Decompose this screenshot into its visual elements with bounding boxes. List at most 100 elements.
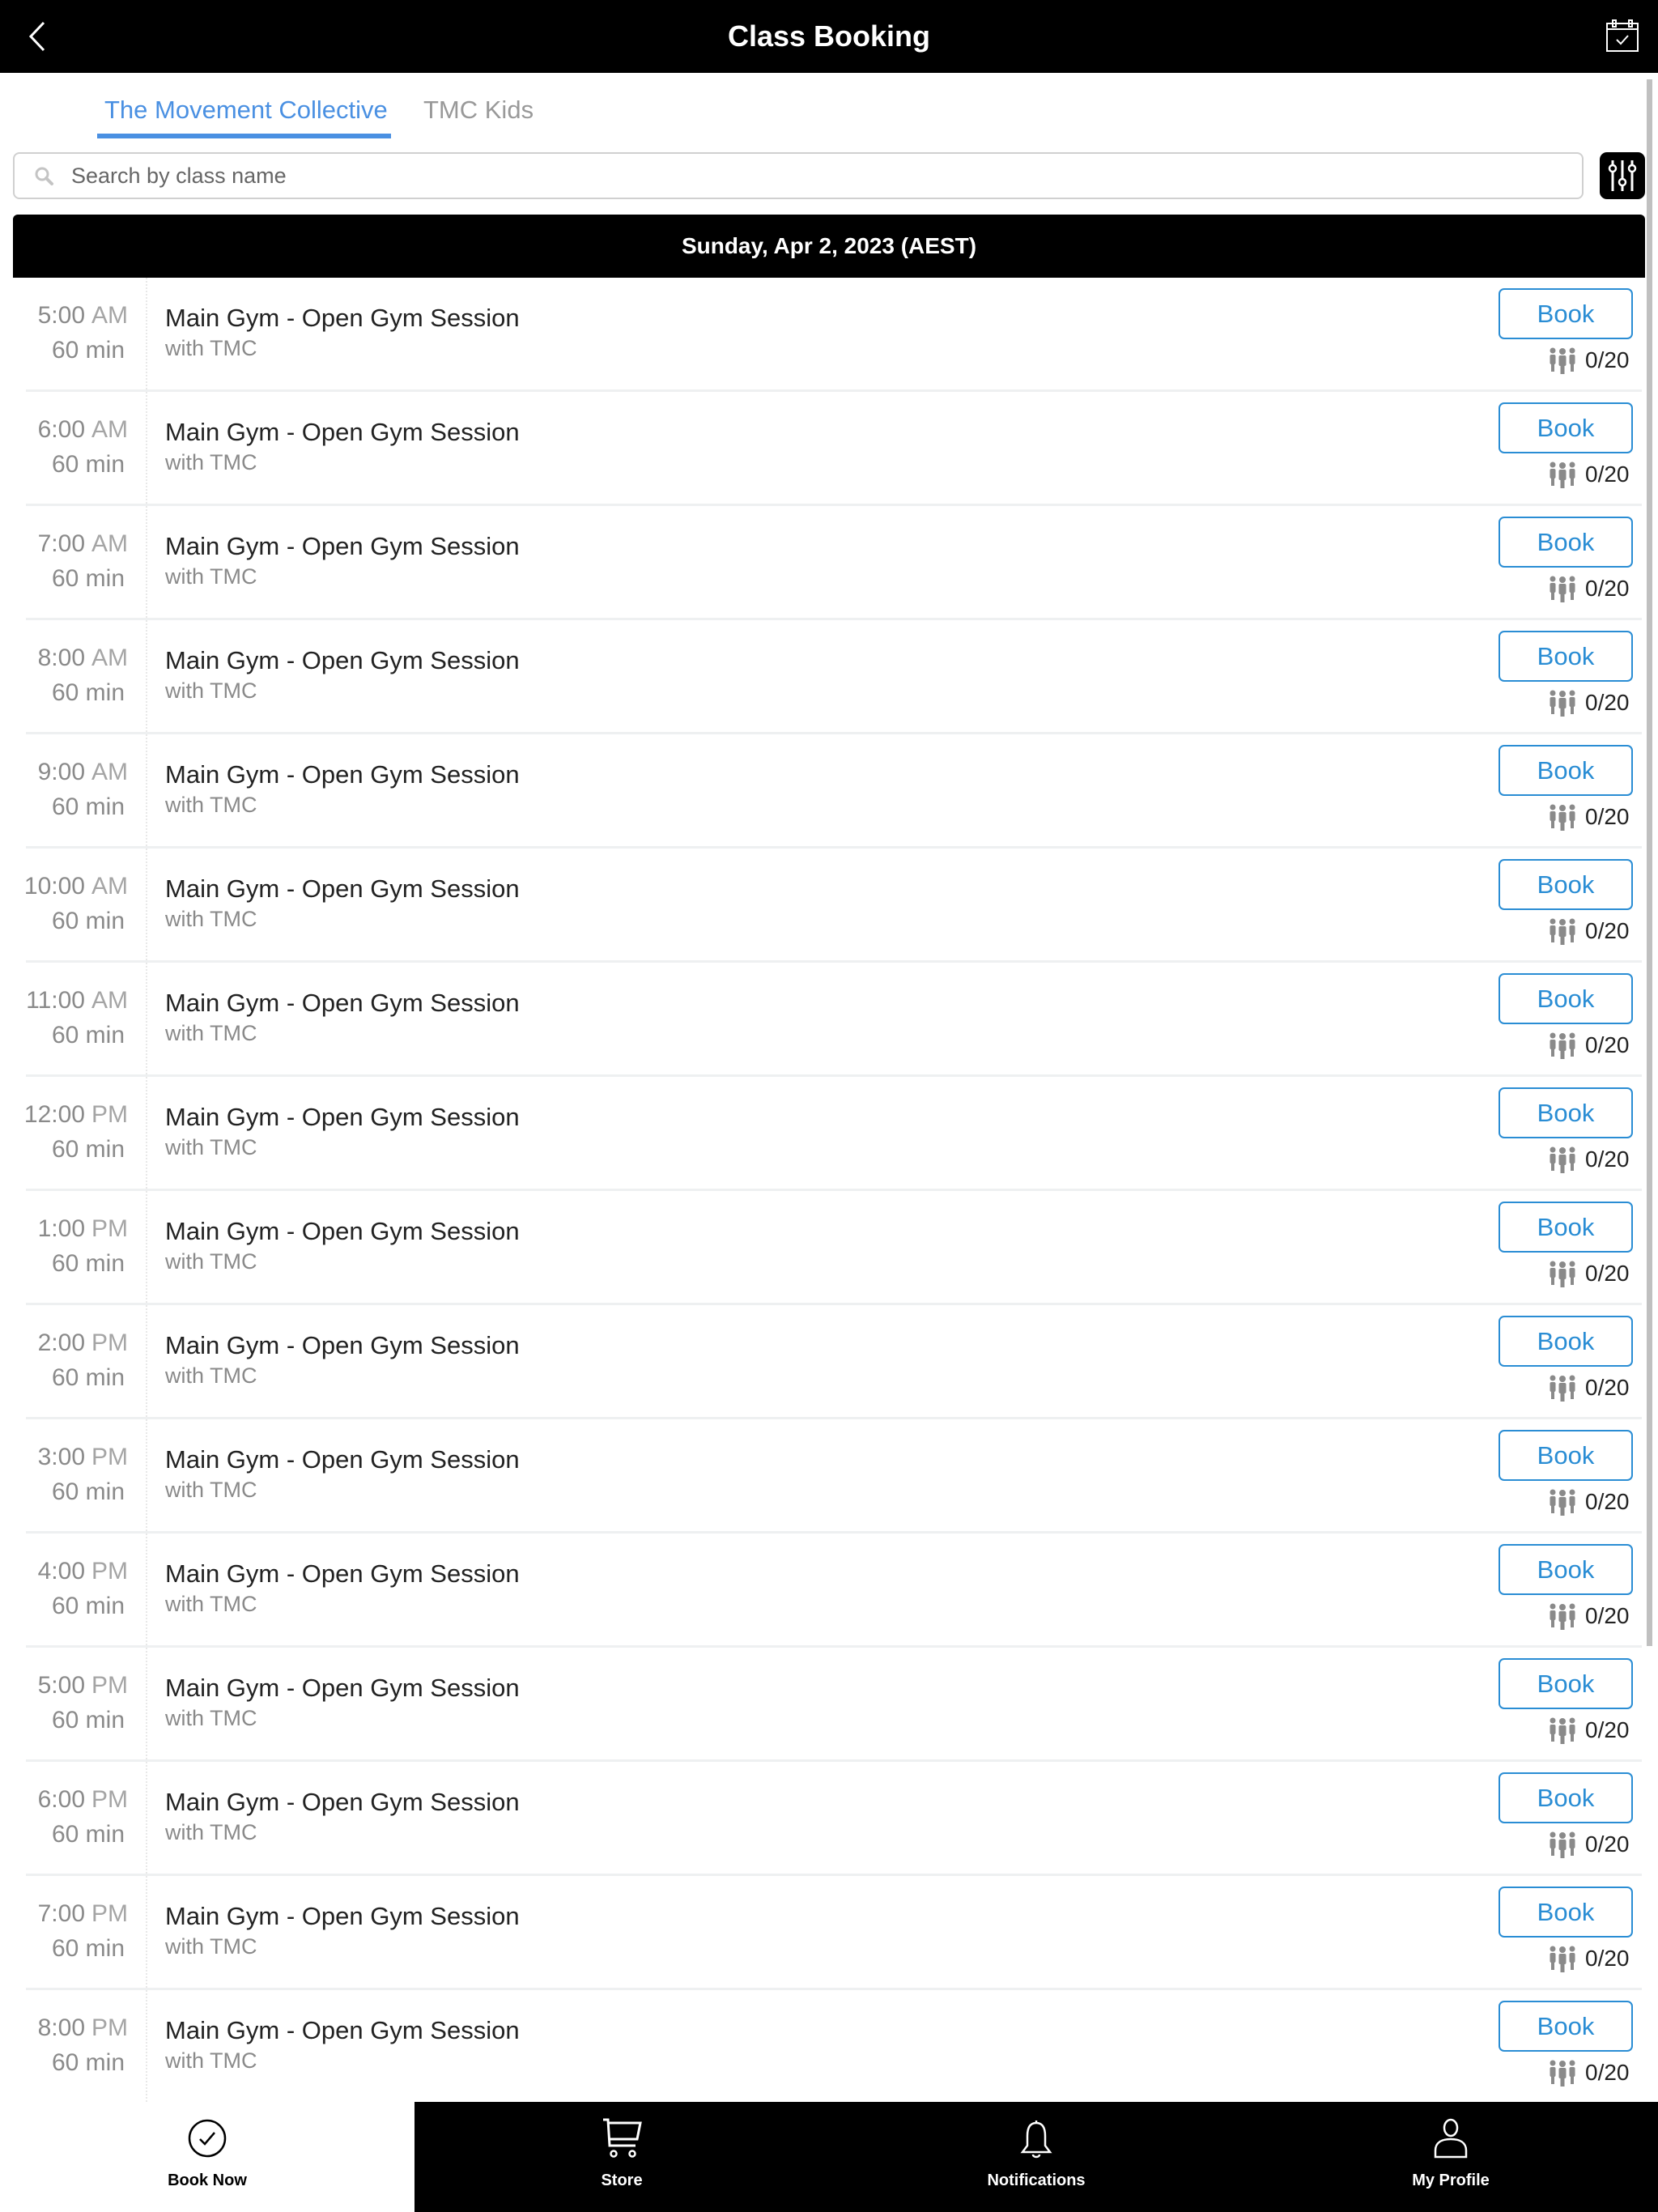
book-button[interactable]: Book: [1499, 517, 1633, 568]
class-name[interactable]: Main Gym - Open Gym Session: [165, 646, 520, 675]
class-time: 5:00 AM: [38, 302, 128, 330]
time-ampm: PM: [91, 2014, 128, 2041]
capacity-count: 0/20: [1585, 1261, 1630, 1286]
tab-the-movement-collective[interactable]: The Movement Collective: [104, 96, 388, 125]
bell-icon: [1020, 2121, 1052, 2159]
location-tabs: The Movement Collective TMC Kids: [0, 73, 1658, 141]
time-column: 7:00 PM 60 min: [26, 1876, 147, 1988]
class-name[interactable]: Main Gym - Open Gym Session: [165, 304, 520, 333]
book-button[interactable]: Book: [1499, 402, 1633, 453]
class-time: 3:00 PM: [38, 1444, 128, 1471]
time-column: 6:00 AM 60 min: [26, 392, 147, 504]
nav-label: Book Now: [168, 2172, 247, 2189]
time-column: 7:00 AM 60 min: [26, 506, 147, 618]
search-box: [13, 152, 1584, 199]
people-icon: [1550, 1261, 1575, 1287]
time-column: 3:00 PM 60 min: [26, 1419, 147, 1531]
book-button[interactable]: Book: [1499, 859, 1633, 910]
people-icon: [1550, 347, 1575, 374]
filter-button[interactable]: [1600, 152, 1645, 199]
nav-label: My Profile: [1412, 2172, 1490, 2189]
search-input[interactable]: [71, 154, 1569, 198]
class-instructor: with TMC: [165, 1478, 257, 1502]
class-name[interactable]: Main Gym - Open Gym Session: [165, 760, 520, 789]
book-button[interactable]: Book: [1499, 2001, 1633, 2052]
class-name[interactable]: Main Gym - Open Gym Session: [165, 1331, 520, 1360]
class-row: 2:00 PM 60 min Main Gym - Open Gym Sessio…: [26, 1305, 1642, 1419]
bottom-navigation: Book Now Store Notifications My Profile: [0, 2102, 1658, 2212]
class-time: 9:00 AM: [38, 759, 128, 786]
people-icon: [1550, 918, 1575, 945]
book-button[interactable]: Book: [1499, 1772, 1633, 1823]
class-duration: 60 min: [51, 1935, 125, 1962]
time-value: 7:00: [37, 530, 85, 557]
class-name[interactable]: Main Gym - Open Gym Session: [165, 1445, 520, 1474]
people-icon: [1550, 462, 1575, 488]
class-time: 1:00 PM: [38, 1215, 128, 1243]
class-name[interactable]: Main Gym - Open Gym Session: [165, 532, 520, 561]
book-button[interactable]: Book: [1499, 973, 1633, 1024]
time-ampm: PM: [91, 1900, 128, 1927]
class-instructor: with TMC: [165, 1135, 257, 1159]
time-column: 12:00 PM 60 min: [24, 1077, 147, 1189]
time-value: 5:00: [37, 1672, 85, 1699]
book-button[interactable]: Book: [1499, 1316, 1633, 1367]
class-instructor: with TMC: [165, 450, 257, 474]
page-title: Class Booking: [727, 19, 931, 53]
class-row: 9:00 AM 60 min Main Gym - Open Gym Sessio…: [26, 734, 1642, 849]
class-name[interactable]: Main Gym - Open Gym Session: [165, 1559, 520, 1589]
book-button[interactable]: Book: [1499, 1544, 1633, 1595]
time-ampm: PM: [91, 1558, 128, 1585]
time-value: 1:00: [37, 1215, 85, 1242]
class-name[interactable]: Main Gym - Open Gym Session: [165, 1103, 520, 1132]
calendar-button[interactable]: [1605, 18, 1642, 53]
book-button[interactable]: Book: [1499, 1087, 1633, 1138]
class-name[interactable]: Main Gym - Open Gym Session: [165, 1674, 520, 1703]
capacity-count: 0/20: [1585, 1946, 1630, 1971]
class-name[interactable]: Main Gym - Open Gym Session: [165, 2016, 520, 2045]
capacity-count: 0/20: [1585, 1146, 1630, 1172]
nav-my-profile[interactable]: My Profile: [1244, 2102, 1658, 2212]
class-duration: 60 min: [51, 679, 125, 706]
class-duration: 60 min: [51, 1821, 125, 1848]
book-button[interactable]: Book: [1499, 1202, 1633, 1253]
class-name[interactable]: Main Gym - Open Gym Session: [165, 1788, 520, 1817]
book-button[interactable]: Book: [1499, 1430, 1633, 1481]
class-name[interactable]: Main Gym - Open Gym Session: [165, 874, 520, 904]
class-time: 7:00 PM: [38, 1900, 128, 1928]
class-name[interactable]: Main Gym - Open Gym Session: [165, 1902, 520, 1931]
people-icon: [1550, 2060, 1575, 2087]
class-row: 10:00 AM 60 min Main Gym - Open Gym Sessi…: [24, 849, 1642, 963]
check-circle-icon: [188, 2119, 227, 2158]
class-name[interactable]: Main Gym - Open Gym Session: [165, 418, 520, 447]
time-value: 5:00: [37, 302, 85, 329]
class-duration: 60 min: [51, 1478, 125, 1505]
time-value: 11:00: [26, 987, 85, 1014]
search-icon: [35, 167, 53, 185]
date-header: Sunday, Apr 2, 2023 (AEST): [13, 215, 1645, 278]
tab-tmc-kids[interactable]: TMC Kids: [423, 96, 534, 125]
time-ampm: PM: [91, 1101, 128, 1128]
time-ampm: PM: [91, 1444, 128, 1470]
time-ampm: AM: [91, 302, 128, 329]
nav-book-now[interactable]: Book Now: [0, 2102, 414, 2212]
book-button[interactable]: Book: [1499, 1658, 1633, 1709]
time-ampm: AM: [91, 644, 128, 671]
capacity-count: 0/20: [1585, 1032, 1630, 1057]
book-button[interactable]: Book: [1499, 631, 1633, 682]
class-name[interactable]: Main Gym - Open Gym Session: [165, 1217, 520, 1246]
nav-store[interactable]: Store: [414, 2102, 829, 2212]
class-row: 5:00 PM 60 min Main Gym - Open Gym Sessio…: [26, 1648, 1642, 1762]
nav-notifications[interactable]: Notifications: [829, 2102, 1244, 2212]
book-button[interactable]: Book: [1499, 1887, 1633, 1938]
class-duration: 60 min: [51, 1707, 125, 1733]
book-button[interactable]: Book: [1499, 745, 1633, 796]
nav-label: Store: [601, 2172, 643, 2189]
class-duration: 60 min: [51, 451, 125, 478]
time-value: 6:00: [37, 416, 85, 443]
time-value: 7:00: [37, 1900, 85, 1927]
class-name[interactable]: Main Gym - Open Gym Session: [165, 989, 520, 1018]
book-button[interactable]: Book: [1499, 288, 1633, 339]
class-duration: 60 min: [51, 1136, 125, 1163]
class-instructor: with TMC: [165, 564, 257, 589]
